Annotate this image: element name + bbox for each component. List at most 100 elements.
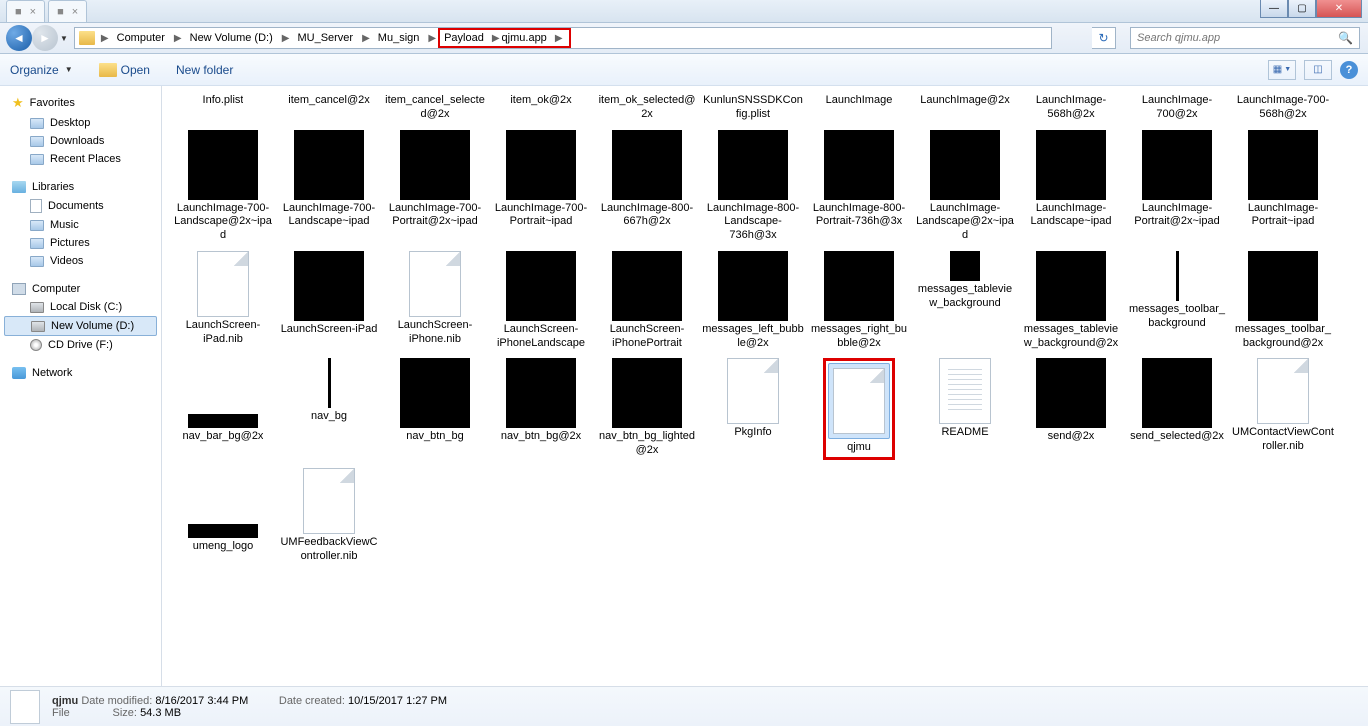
file-item[interactable]: item_ok@2x xyxy=(488,88,594,126)
file-item[interactable]: LaunchImage-800-667h@2x xyxy=(594,126,700,247)
search-input[interactable] xyxy=(1137,32,1338,44)
file-item[interactable]: item_ok_selected@2x xyxy=(594,88,700,126)
file-item[interactable]: LaunchImage-700-Landscape@2x~ipad xyxy=(170,126,276,247)
sidebar-desktop[interactable]: Desktop xyxy=(0,114,161,132)
sidebar-downloads[interactable]: Downloads xyxy=(0,132,161,150)
sidebar-local-disk-c[interactable]: Local Disk (C:) xyxy=(0,298,161,316)
file-item[interactable]: LaunchImage-800-Landscape-736h@3x xyxy=(700,126,806,247)
file-item[interactable]: LaunchImage-800-Portrait-736h@3x xyxy=(806,126,912,247)
file-item[interactable]: item_cancel_selected@2x xyxy=(382,88,488,126)
file-item[interactable]: LaunchScreen-iPhoneLandscape xyxy=(488,247,594,355)
history-dropdown-icon[interactable]: ▼ xyxy=(60,34,68,43)
disk-icon xyxy=(30,302,44,313)
help-button[interactable]: ? xyxy=(1340,61,1358,79)
file-item[interactable]: umeng_logo xyxy=(170,464,276,568)
file-item-selected[interactable]: qjmu xyxy=(806,354,912,464)
sidebar-videos[interactable]: Videos xyxy=(0,252,161,270)
folder-icon xyxy=(79,31,95,45)
sidebar-favorites[interactable]: ★Favorites xyxy=(0,92,161,114)
file-label: LaunchImage-700-568h@2x xyxy=(1232,94,1334,122)
file-item[interactable]: LaunchImage-568h@2x xyxy=(1018,88,1124,126)
file-item[interactable]: nav_bg xyxy=(276,354,382,464)
file-label: item_ok_selected@2x xyxy=(596,94,698,122)
file-item[interactable]: nav_bar_bg@2x xyxy=(170,354,276,464)
file-item[interactable]: README xyxy=(912,354,1018,464)
file-list-pane[interactable]: Info.plist item_cancel@2xitem_cancel_sele… xyxy=(162,86,1368,686)
file-thumbnail xyxy=(612,130,682,200)
breadcrumb[interactable]: ▶ Computer ▶ New Volume (D:) ▶ MU_Server… xyxy=(74,27,1052,49)
preview-pane-button[interactable]: ◫ xyxy=(1304,60,1332,80)
file-item[interactable]: LaunchImage-Landscape@2x~ipad xyxy=(912,126,1018,247)
file-item[interactable]: Info.plist xyxy=(170,88,276,126)
browser-tab-2[interactable]: ■× xyxy=(48,0,87,22)
file-item[interactable]: messages_tableview_background xyxy=(912,247,1018,355)
file-item[interactable]: send_selected@2x xyxy=(1124,354,1230,464)
sidebar-pictures[interactable]: Pictures xyxy=(0,234,161,252)
file-item[interactable]: nav_btn_bg xyxy=(382,354,488,464)
sidebar-new-volume-d[interactable]: New Volume (D:) xyxy=(4,316,157,336)
file-item[interactable]: LaunchImage@2x xyxy=(912,88,1018,126)
view-mode-button[interactable]: ▦▼ xyxy=(1268,60,1296,80)
browser-tab-1[interactable]: ■× xyxy=(6,0,45,22)
breadcrumb-mu-server[interactable]: MU_Server xyxy=(291,28,360,48)
file-item[interactable]: nav_btn_bg_lighted@2x xyxy=(594,354,700,464)
window-close-button[interactable]: ✕ xyxy=(1316,0,1362,18)
chevron-right-icon[interactable]: ▶ xyxy=(490,33,502,44)
organize-menu[interactable]: Organize▼ xyxy=(10,63,73,77)
breadcrumb-payload[interactable]: Payload ▶ qjmu.app ▶ xyxy=(438,28,570,48)
file-item[interactable]: LaunchImage-700@2x xyxy=(1124,88,1230,126)
sidebar-network[interactable]: Network xyxy=(0,364,161,382)
file-item[interactable]: messages_left_bubble@2x xyxy=(700,247,806,355)
file-item[interactable]: LaunchImage-700-568h@2x xyxy=(1230,88,1336,126)
file-item[interactable]: messages_toolbar_background@2x xyxy=(1230,247,1336,355)
search-box[interactable]: 🔍 xyxy=(1130,27,1360,49)
sidebar-computer[interactable]: Computer xyxy=(0,280,161,298)
chevron-right-icon[interactable]: ▶ xyxy=(172,33,184,44)
file-item[interactable]: LaunchScreen-iPad xyxy=(276,247,382,355)
file-item[interactable]: PkgInfo xyxy=(700,354,806,464)
window-maximize-button[interactable]: ▢ xyxy=(1288,0,1316,18)
file-item[interactable]: LaunchScreen-iPhone.nib xyxy=(382,247,488,355)
new-folder-button[interactable]: New folder xyxy=(176,63,233,77)
chevron-right-icon[interactable]: ▶ xyxy=(99,33,111,44)
file-item[interactable]: LaunchImage-700-Portrait~ipad xyxy=(488,126,594,247)
file-item[interactable]: send@2x xyxy=(1018,354,1124,464)
file-label: UMContactViewController.nib xyxy=(1232,426,1334,454)
file-item[interactable]: LaunchImage-Landscape~ipad xyxy=(1018,126,1124,247)
sidebar-documents[interactable]: Documents xyxy=(0,196,161,216)
back-button[interactable]: ◄ xyxy=(6,25,32,51)
file-item[interactable]: messages_right_bubble@2x xyxy=(806,247,912,355)
search-icon[interactable]: 🔍 xyxy=(1338,31,1353,45)
file-item[interactable]: UMContactViewController.nib xyxy=(1230,354,1336,464)
file-item[interactable]: LaunchImage-700-Landscape~ipad xyxy=(276,126,382,247)
chevron-right-icon[interactable]: ▶ xyxy=(553,33,565,44)
file-item[interactable]: LaunchScreen-iPad.nib xyxy=(170,247,276,355)
chevron-right-icon[interactable]: ▶ xyxy=(280,33,292,44)
file-item[interactable]: UMFeedbackViewController.nib xyxy=(276,464,382,568)
file-item[interactable]: LaunchImage-Portrait~ipad xyxy=(1230,126,1336,247)
file-label: Info.plist xyxy=(203,94,244,108)
forward-button[interactable]: ► xyxy=(32,25,58,51)
sidebar-libraries[interactable]: Libraries xyxy=(0,178,161,196)
file-item[interactable]: messages_tableview_background@2x xyxy=(1018,247,1124,355)
open-button[interactable]: Open xyxy=(99,63,150,77)
file-item[interactable]: messages_toolbar_background xyxy=(1124,247,1230,355)
file-item[interactable]: LaunchImage xyxy=(806,88,912,126)
sidebar-recent-places[interactable]: Recent Places xyxy=(0,150,161,168)
refresh-button[interactable]: ↻ xyxy=(1092,27,1116,49)
sidebar-cd-drive-f[interactable]: CD Drive (F:) xyxy=(0,336,161,354)
file-item[interactable]: LaunchImage-700-Portrait@2x~ipad xyxy=(382,126,488,247)
file-label: messages_tableview_background@2x xyxy=(1020,323,1122,351)
file-item[interactable]: LaunchScreen-iPhonePortrait xyxy=(594,247,700,355)
file-item[interactable]: KunlunSNSSDKConfig.plist xyxy=(700,88,806,126)
breadcrumb-mu-sign[interactable]: Mu_sign xyxy=(372,28,427,48)
file-item[interactable]: item_cancel@2x xyxy=(276,88,382,126)
chevron-right-icon[interactable]: ▶ xyxy=(360,33,372,44)
chevron-right-icon[interactable]: ▶ xyxy=(426,33,438,44)
breadcrumb-computer[interactable]: Computer xyxy=(111,28,172,48)
breadcrumb-volume[interactable]: New Volume (D:) xyxy=(184,28,280,48)
sidebar-music[interactable]: Music xyxy=(0,216,161,234)
window-minimize-button[interactable]: — xyxy=(1260,0,1288,18)
file-item[interactable]: LaunchImage-Portrait@2x~ipad xyxy=(1124,126,1230,247)
file-item[interactable]: nav_btn_bg@2x xyxy=(488,354,594,464)
